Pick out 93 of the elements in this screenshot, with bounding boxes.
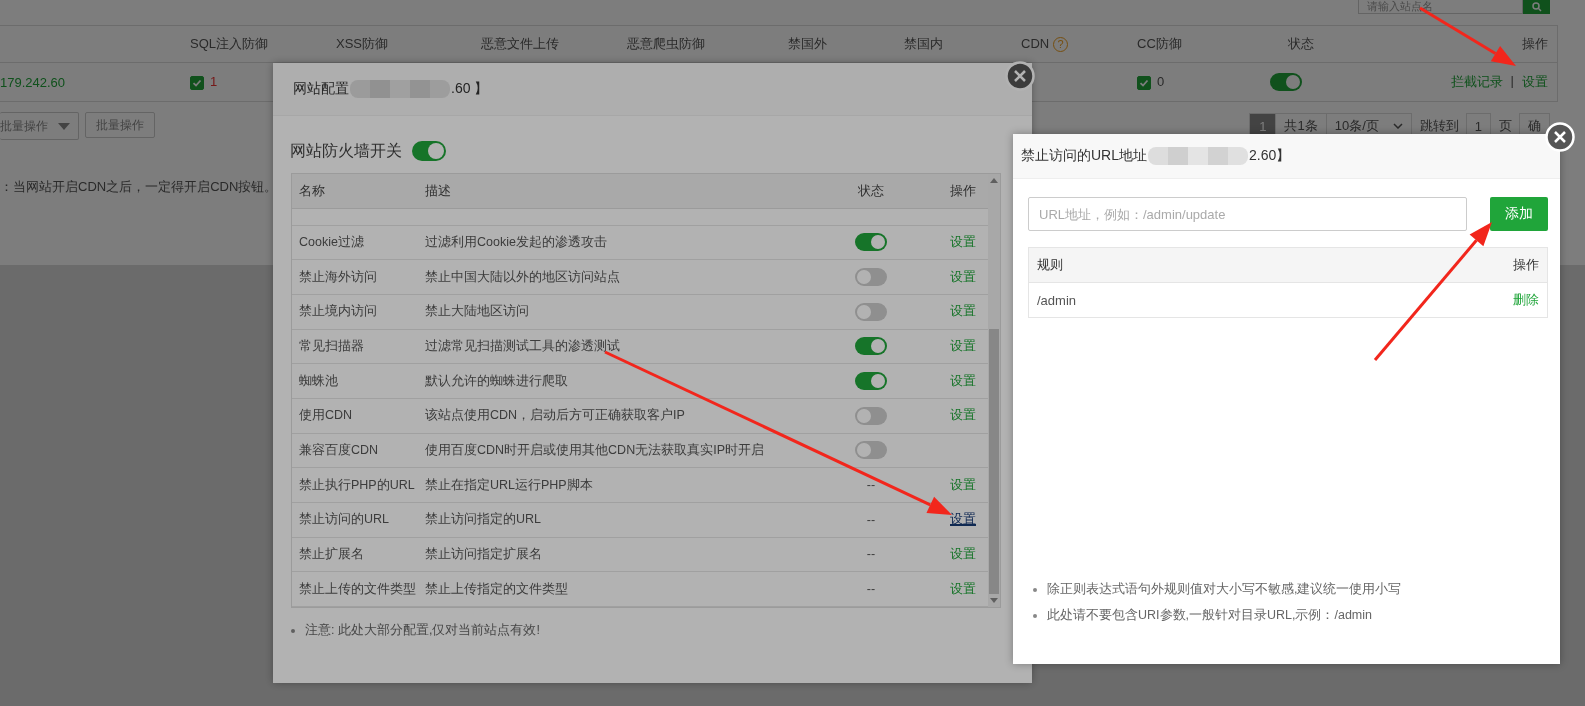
rule-name: 禁止执行PHP的URL xyxy=(299,476,416,494)
settings-link[interactable]: 设置 xyxy=(1522,73,1548,91)
block-count: 1 xyxy=(210,74,218,90)
scrollbar[interactable] xyxy=(988,174,1000,607)
rule-description: 禁止访问指定扩展名 xyxy=(425,545,543,563)
delete-link[interactable]: 删除 xyxy=(1513,291,1539,309)
rule-description: 禁止中国大陆以外的地区访问站点 xyxy=(425,268,621,286)
add-button[interactable]: 添加 xyxy=(1490,197,1548,231)
rule-name: 蜘蛛池 xyxy=(299,372,339,390)
column-header: 恶意文件上传 xyxy=(481,36,559,51)
column-header: 恶意爬虫防御 xyxy=(627,36,705,51)
site-link[interactable]: 179.242.60 xyxy=(0,74,190,90)
settings-link[interactable]: 设置 xyxy=(950,338,976,353)
column-header: CC防御 xyxy=(1137,36,1182,51)
checkbox[interactable] xyxy=(1137,75,1151,90)
bullet-icon xyxy=(291,628,295,633)
toggle-switch[interactable] xyxy=(855,233,887,252)
rule-description: 禁止上传指定的文件类型 xyxy=(425,580,569,598)
bullet-icon xyxy=(1033,613,1037,618)
chevron-icon xyxy=(1392,123,1403,129)
block-count: 0 xyxy=(1157,74,1165,90)
rule-description: 使用百度CDN时开启或使用其他CDN无法获取真实IP时开启 xyxy=(425,441,765,459)
toggle-switch[interactable] xyxy=(412,141,446,161)
rule-path: /admin xyxy=(1037,292,1077,308)
dialog-title: 禁止访问的URL地址 xyxy=(1021,147,1147,165)
note-text: 除正则表达式语句外规则值对大小写不敏感,建议统一使用小写 xyxy=(1047,581,1402,598)
status-text: -- xyxy=(866,547,876,562)
intercept-log-link[interactable]: 拦截记录 xyxy=(1450,73,1503,91)
toggle-switch[interactable] xyxy=(1270,73,1302,91)
column-header: 禁国外 xyxy=(788,36,827,51)
separator: | xyxy=(1510,73,1514,90)
column-header: 状态 xyxy=(1288,36,1314,51)
rule-description: 禁止访问指定的URL xyxy=(425,511,542,529)
settings-link[interactable]: 设置 xyxy=(950,373,976,388)
dialog-title: 网站配置 xyxy=(293,80,349,98)
settings-link[interactable]: 设置 xyxy=(950,269,976,284)
note-text: 此处请不要包含URI参数,一般针对目录URL,示例：/admin xyxy=(1047,607,1372,624)
rule-name: 使用CDN xyxy=(299,407,354,425)
checkmark-icon xyxy=(192,77,202,88)
checkbox[interactable] xyxy=(190,75,204,90)
status-text: -- xyxy=(866,512,876,527)
note-text: 注意: 此处大部分配置,仅对当前站点有效! xyxy=(305,622,540,639)
toggle-switch[interactable] xyxy=(855,337,887,356)
rule-name: 常见扫描器 xyxy=(299,337,365,355)
dialog-title: 2.60】 xyxy=(1249,147,1291,165)
status-text: -- xyxy=(866,478,876,493)
settings-link[interactable]: 设置 xyxy=(950,304,976,319)
column-header: XSS防御 xyxy=(336,36,388,51)
rule-description: 禁止在指定URL运行PHP脚本 xyxy=(425,476,594,494)
search-button[interactable] xyxy=(1523,0,1550,14)
status-text: -- xyxy=(866,582,876,597)
settings-link[interactable]: 设置 xyxy=(950,477,976,492)
settings-link[interactable]: 设置 xyxy=(950,408,976,423)
toggle-switch[interactable] xyxy=(855,372,887,391)
caret-icon xyxy=(58,122,70,130)
settings-link[interactable]: 设置 xyxy=(950,581,976,596)
rule-name: 禁止访问的URL xyxy=(299,511,390,529)
dialog-title: .60 】 xyxy=(451,80,489,98)
column-header: CDN xyxy=(1021,36,1050,52)
search-icon xyxy=(1531,2,1542,12)
column-header: SQL注入防御 xyxy=(190,36,268,51)
column-header: 状态 xyxy=(858,181,884,200)
column-header: 名称 xyxy=(299,182,325,198)
toggle-switch[interactable] xyxy=(855,441,887,460)
bullet-icon xyxy=(1033,587,1037,592)
settings-link[interactable]: 设置 xyxy=(950,546,976,561)
jump-label: 跳转到 xyxy=(1418,117,1460,135)
rule-name: 禁止海外访问 xyxy=(299,268,378,286)
column-header: 描述 xyxy=(425,182,451,198)
column-header: 操作 xyxy=(950,182,976,198)
rule-name: 禁止扩展名 xyxy=(299,545,365,563)
rule-name: 禁止上传的文件类型 xyxy=(299,580,417,598)
firewall-label: 网站防火墙开关 xyxy=(290,140,402,161)
url-input[interactable]: URL地址，例如：/admin/update xyxy=(1028,197,1467,231)
settings-link[interactable]: 设置 xyxy=(950,234,976,249)
column-header: 规则 xyxy=(1037,256,1063,274)
rule-description: 过滤常见扫描测试工具的渗透测试 xyxy=(425,337,621,355)
toggle-switch[interactable] xyxy=(855,268,887,286)
settings-link[interactable]: 设置 xyxy=(950,512,976,527)
rule-description: 禁止大陆地区访问 xyxy=(425,303,530,321)
page-unit: 页 xyxy=(1498,117,1513,135)
rule-description: 过滤利用Cookie发起的渗透攻击 xyxy=(425,233,608,251)
rule-name: 兼容百度CDN xyxy=(299,441,380,459)
rule-name: Cookie过滤 xyxy=(299,233,365,251)
rule-description: 默认允许的蜘蛛进行爬取 xyxy=(425,372,569,390)
checkmark-icon xyxy=(1139,77,1149,88)
toggle-switch[interactable] xyxy=(855,302,887,321)
rule-name: 禁止境内访问 xyxy=(299,303,378,321)
toggle-switch[interactable] xyxy=(855,406,887,425)
column-header: 禁国内 xyxy=(904,36,943,51)
rule-description: 该站点使用CDN，启动后方可正确获取客户IP xyxy=(425,407,686,425)
column-header: 操作 xyxy=(1513,256,1539,274)
column-header: 操作 xyxy=(1522,36,1548,51)
